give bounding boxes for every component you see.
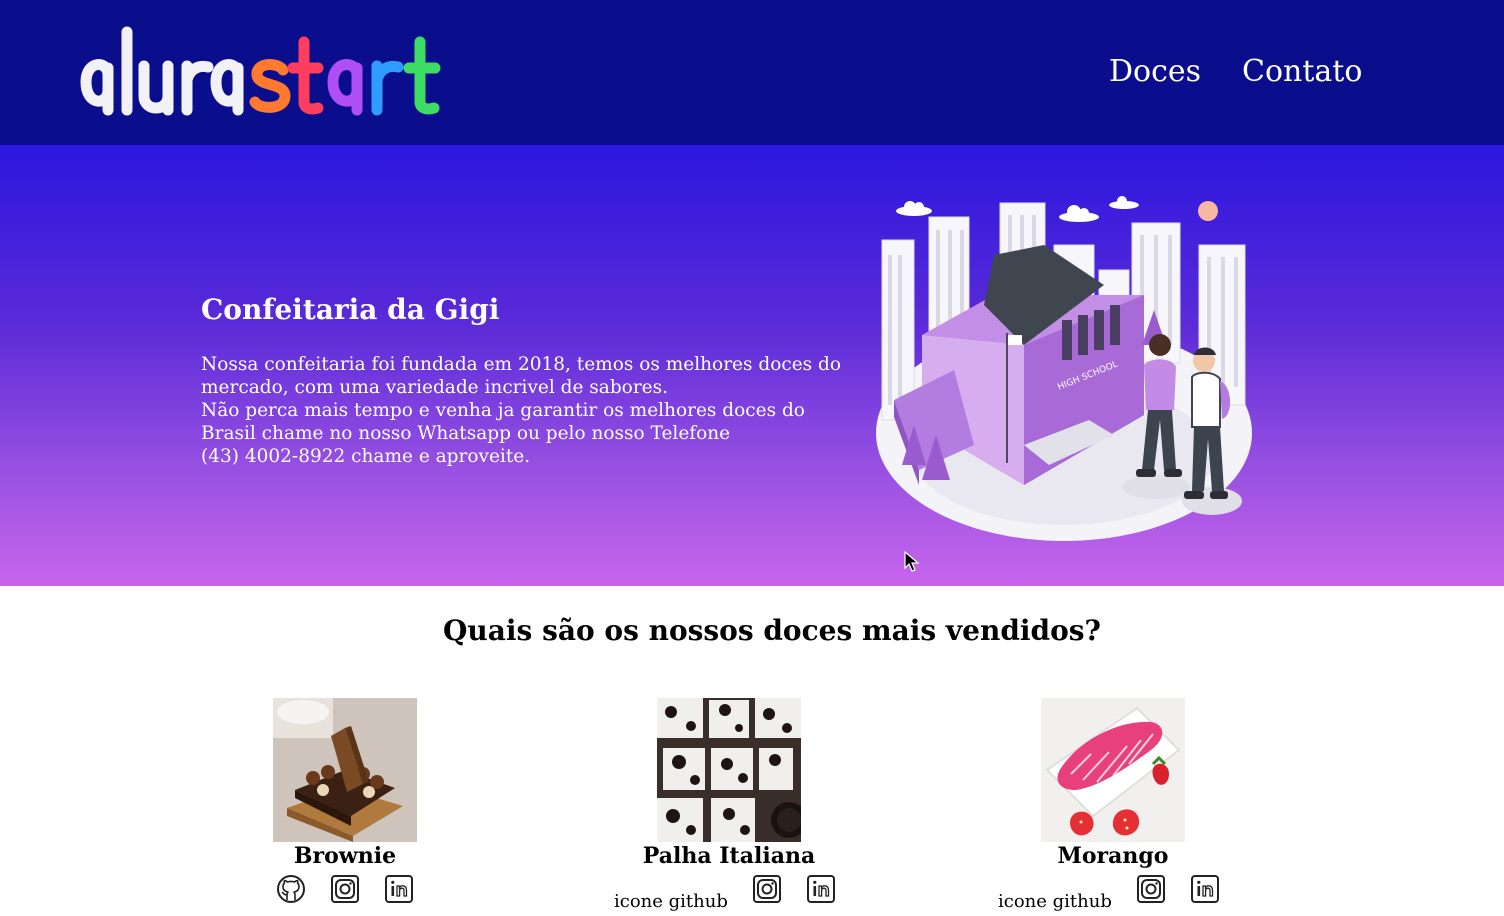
product-card: Morango icone github — [998, 698, 1219, 912]
social-icons: icone github — [614, 872, 836, 912]
product-card: Brownie — [273, 698, 417, 903]
hero-banner: Confeitaria da Gigi Nossa confeitaria fo… — [0, 145, 1504, 586]
social-icons — [276, 872, 414, 906]
instagram-icon[interactable] — [1136, 874, 1166, 904]
section-title: Quais são os nossos doces mais vendidos? — [443, 614, 1101, 647]
alurastart-logo[interactable] — [80, 20, 472, 124]
product-name: Brownie — [293, 843, 397, 869]
product-name: Palha Italiana — [642, 843, 816, 869]
nav-link-doces[interactable]: Doces — [1109, 54, 1201, 89]
school-illustration: HIGH SCHOOL — [876, 196, 1252, 541]
hero-line: Brasil chame no nosso Whatsapp ou pelo n… — [201, 423, 731, 444]
product-name: Morango — [1057, 843, 1169, 869]
linkedin-icon[interactable] — [1190, 874, 1220, 904]
morango-image — [1041, 698, 1185, 842]
hero-line: (43) 4002-8922 chame e aproveite. — [201, 446, 531, 467]
hero-line: Não perca mais tempo e venha ja garantir… — [201, 400, 805, 421]
product-card: Palha Italiana icone github — [614, 698, 835, 912]
github-icon-alt-text[interactable]: icone github — [998, 891, 1112, 912]
instagram-icon[interactable] — [330, 874, 360, 904]
social-icons: icone github — [998, 872, 1220, 912]
brownie-image — [273, 698, 417, 842]
github-icon-alt-text[interactable]: icone github — [614, 891, 728, 912]
hero-line: Nossa confeitaria foi fundada em 2018, t… — [201, 354, 842, 375]
linkedin-icon[interactable] — [384, 874, 414, 904]
site-header: Doces Contato — [0, 0, 1504, 145]
instagram-icon[interactable] — [752, 874, 782, 904]
palha-italiana-image — [657, 698, 801, 842]
mouse-cursor-icon — [904, 551, 920, 572]
nav-link-contato[interactable]: Contato — [1242, 54, 1362, 89]
hero-title: Confeitaria da Gigi — [201, 293, 500, 326]
github-icon[interactable] — [276, 874, 306, 904]
hero-description: Nossa confeitaria foi fundada em 2018, t… — [201, 353, 881, 468]
hero-line: mercado, com uma variedade incrivel de s… — [201, 377, 668, 398]
linkedin-icon[interactable] — [806, 874, 836, 904]
